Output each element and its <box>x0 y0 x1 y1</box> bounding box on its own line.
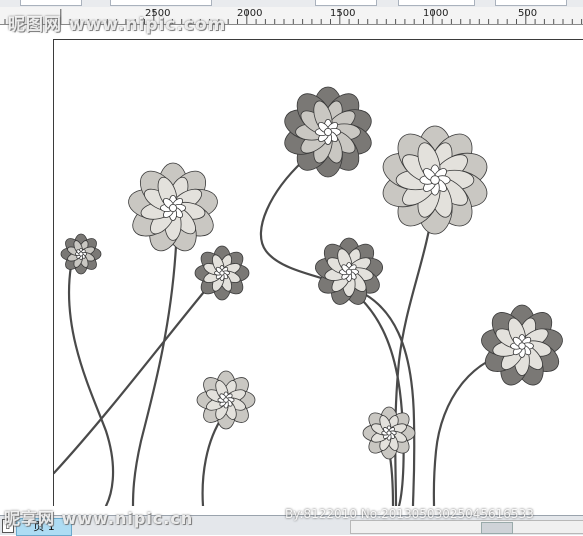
watermark-bottom: 昵享网 www.nipic.cn <box>4 509 194 528</box>
ruler-label: 1500 <box>330 8 356 19</box>
flower-center <box>386 430 392 436</box>
flower-stem <box>131 244 178 506</box>
scrollbar-thumb[interactable] <box>481 522 513 534</box>
flower-center <box>223 397 229 403</box>
flower-stem <box>54 279 215 475</box>
watermark-top: 昵图网 www.nipic.com <box>8 15 227 35</box>
ruler-label: 500 <box>518 8 538 19</box>
flower <box>362 406 416 460</box>
pasteboard-area <box>0 25 53 515</box>
flower-artwork[interactable] <box>54 40 583 506</box>
flower <box>284 86 372 178</box>
flower <box>382 125 488 235</box>
flower-center <box>78 251 84 257</box>
toolbar-field-4[interactable] <box>398 0 475 6</box>
flower <box>315 237 383 305</box>
flower <box>196 370 256 430</box>
flower-center <box>345 268 353 276</box>
toolbar-field-3[interactable] <box>315 0 377 6</box>
flower-center <box>324 128 332 136</box>
ruler-label: 1000 <box>423 8 449 19</box>
watermark-code: By:8122010 No:20130503025045616533 <box>285 507 534 521</box>
flower <box>481 304 563 386</box>
flower <box>194 245 250 301</box>
drawing-page[interactable] <box>53 39 583 506</box>
flower-stem <box>67 264 115 506</box>
flower-center <box>518 342 526 350</box>
toolbar-field-5[interactable] <box>495 0 567 6</box>
flower-stem <box>201 414 225 506</box>
flower <box>128 162 218 252</box>
flower-center <box>430 175 440 185</box>
flower-center <box>219 270 225 276</box>
horizontal-scrollbar[interactable] <box>350 520 583 534</box>
flower-center <box>169 204 177 212</box>
toolbar-field-2[interactable] <box>110 0 212 6</box>
flower <box>60 233 102 275</box>
flowers <box>60 86 563 460</box>
ruler-label: 2000 <box>237 8 263 19</box>
toolbar-field-1[interactable] <box>20 0 82 6</box>
